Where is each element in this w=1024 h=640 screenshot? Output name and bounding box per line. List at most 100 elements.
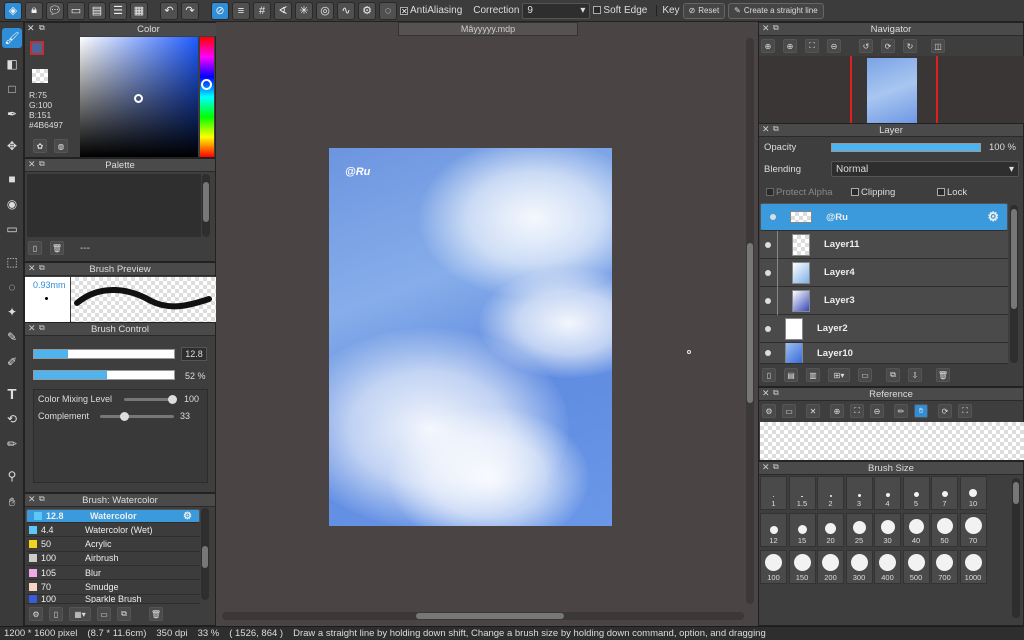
document-tab[interactable]: Mâyyyyy.mdp — [398, 22, 578, 36]
brush-dropdown-icon[interactable]: ▦▾ — [69, 607, 91, 621]
brush-size-option[interactable]: 4 — [874, 476, 901, 510]
popout-icon[interactable]: ⧉ — [39, 323, 45, 333]
brush-tool-icon[interactable]: 🖌︎ — [2, 28, 22, 48]
dropper-tool-icon[interactable]: ⚲ — [2, 466, 22, 486]
brush-size-option[interactable]: 400 — [874, 550, 901, 584]
popout-icon[interactable]: ⧉ — [773, 388, 779, 398]
layer-opacity-slider[interactable] — [831, 143, 981, 152]
duplicate-brush-icon[interactable]: ⧉ — [117, 607, 131, 621]
select-pen-tool-icon[interactable]: ✎ — [2, 327, 22, 347]
brush-list-item[interactable]: 12.8 Watercolor ⚙ — [26, 509, 200, 523]
close-icon[interactable]: ✕ — [28, 159, 36, 170]
brush-size-option[interactable]: 15 — [788, 513, 816, 547]
color-mixing-handle[interactable] — [168, 395, 177, 404]
delete-layer-icon[interactable]: 🗑︎ — [936, 368, 950, 382]
visibility-eye-icon[interactable] — [770, 214, 776, 220]
flip-icon[interactable]: ◫ — [931, 39, 945, 53]
palette-scrollbar[interactable] — [202, 174, 210, 237]
artwork-canvas[interactable]: @Ru — [329, 148, 612, 526]
zoom-in-icon[interactable]: ⊕ — [761, 39, 775, 53]
reference-settings-icon[interactable]: ⚙ — [762, 404, 776, 418]
close-icon[interactable]: ✕ — [28, 263, 36, 274]
layer-row[interactable]: Layer2 — [760, 315, 1008, 343]
brush-list-item[interactable]: 105 Blur — [26, 566, 200, 581]
brush-size-option[interactable]: 7 — [931, 476, 958, 510]
canvas-vertical-scrollbar[interactable] — [746, 38, 754, 604]
new-brush-icon[interactable]: ▯ — [49, 607, 63, 621]
brush-size-option[interactable]: 1.5 — [788, 476, 816, 510]
parallel-snap-icon[interactable]: ≡ — [232, 1, 250, 20]
color-mixing-slider[interactable] — [124, 395, 177, 404]
hand-tool-icon[interactable]: ✋︎ — [2, 492, 22, 512]
close-icon[interactable]: ✕ — [762, 23, 770, 34]
popout-icon[interactable]: ⧉ — [39, 159, 45, 169]
brush-size-option[interactable]: 500 — [902, 550, 930, 584]
brush-size-scrollbar[interactable] — [1012, 478, 1020, 618]
document-icon[interactable]: ▤ — [88, 1, 106, 20]
canvas-horizontal-knob[interactable] — [416, 613, 564, 619]
clipping-checkbox[interactable]: Clipping — [851, 187, 895, 198]
zoom-out-icon[interactable]: ⊖ — [870, 404, 884, 418]
lock-icon[interactable]: 🔒︎ — [25, 1, 43, 20]
antialiasing-checkbox[interactable]: ✕ AntiAliasing — [400, 5, 462, 16]
close-reference-icon[interactable]: ✕ — [806, 404, 820, 418]
gradient-tool-icon[interactable]: ▭ — [2, 219, 22, 239]
dotted-circle-icon[interactable]: ◌ — [379, 1, 397, 20]
select-tool-icon[interactable]: ⬚ — [2, 252, 22, 272]
rotate-left-icon[interactable]: ↺ — [859, 39, 873, 53]
vanishing-point-icon[interactable]: ∢ — [274, 1, 292, 20]
brush-size-option[interactable]: 70 — [959, 513, 987, 547]
blending-select[interactable]: Normal ▾ — [831, 161, 1019, 177]
operation-tool-icon[interactable]: ⟲ — [2, 409, 22, 429]
visibility-eye-icon[interactable] — [765, 241, 771, 248]
redo-icon[interactable]: ↷ — [181, 1, 199, 20]
layer-row[interactable]: Layer3 — [760, 286, 1008, 315]
fit-screen-icon[interactable]: ⛶ — [805, 39, 819, 53]
lock-checkbox[interactable]: Lock — [937, 187, 967, 198]
reset-button[interactable]: ⊘ Reset — [682, 2, 726, 19]
hand-icon[interactable]: ✋︎ — [914, 404, 928, 418]
hue-slider-handle[interactable] — [201, 79, 212, 90]
gear-icon[interactable]: ⚙ — [987, 209, 999, 225]
brush-size-option[interactable]: 100 — [760, 550, 787, 584]
settings-cog-icon[interactable]: ⚙ — [358, 1, 376, 20]
zoom-out-icon[interactable]: ⊖ — [827, 39, 841, 53]
brush-size-option[interactable]: 150 — [788, 550, 816, 584]
close-icon[interactable]: ✕ — [762, 124, 770, 135]
brush-size-option[interactable]: 5 — [902, 476, 930, 510]
layer-list-scrollbar[interactable] — [1010, 205, 1018, 363]
new-palette-icon[interactable]: ▯ — [28, 241, 42, 255]
brush-settings-icon[interactable]: ⚙ — [29, 607, 43, 621]
zoom-in-icon[interactable]: ⊕ — [783, 39, 797, 53]
brush-size-option[interactable]: 20 — [817, 513, 844, 547]
brush-list-item[interactable]: 100 Airbrush — [26, 551, 200, 566]
brush-size-value[interactable]: 12.8 — [181, 347, 207, 361]
cross-snap-icon[interactable]: # — [253, 1, 271, 20]
layer-row[interactable]: Layer11 — [760, 230, 1008, 259]
close-icon[interactable]: ✕ — [762, 388, 770, 399]
undo-icon[interactable]: ↶ — [160, 1, 178, 20]
lasso-tool-icon[interactable]: ◌ — [2, 277, 22, 297]
layer-row[interactable]: Layer4 — [760, 258, 1008, 287]
brush-size-option[interactable]: 1000 — [959, 550, 987, 584]
brush-list-scrollbar[interactable] — [201, 508, 209, 600]
visibility-eye-icon[interactable] — [765, 297, 771, 304]
canvas-horizontal-scrollbar[interactable] — [222, 612, 744, 620]
brush-folder-icon[interactable]: ▭ — [97, 607, 111, 621]
close-icon[interactable]: ✕ — [27, 23, 35, 34]
radial-snap-icon[interactable]: ✳ — [295, 1, 313, 20]
close-icon[interactable]: ✕ — [762, 462, 770, 473]
pen-tool-icon[interactable]: ✒ — [2, 104, 22, 124]
text-tool-icon[interactable]: T — [2, 384, 22, 404]
visibility-eye-icon[interactable] — [765, 325, 771, 332]
new-1bit-layer-icon[interactable]: ▥ — [806, 368, 820, 382]
zoom-in-icon[interactable]: ⊕ — [830, 404, 844, 418]
rotate-right-icon[interactable]: ↻ — [903, 39, 917, 53]
color-wheel-icon[interactable]: ✿ — [33, 139, 47, 153]
brush-size-option[interactable]: 2 — [817, 476, 844, 510]
fill-shape-tool-icon[interactable]: ■ — [2, 169, 22, 189]
gear-icon[interactable]: ⚙ — [183, 511, 192, 522]
eyedropper-icon[interactable]: ✏ — [894, 404, 908, 418]
brush-size-option[interactable]: 3 — [845, 476, 873, 510]
popout-icon[interactable]: ⧉ — [773, 124, 779, 134]
